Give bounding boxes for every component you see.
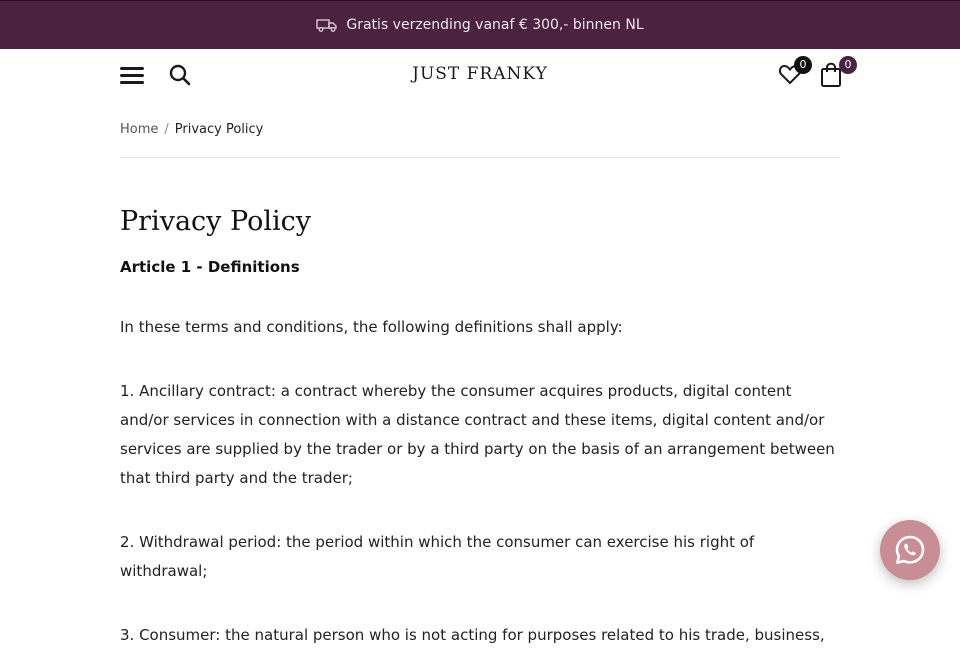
- cart-count-badge: 0: [839, 56, 857, 74]
- announcement-text: Gratis verzending vanaf € 300,- binnen N…: [346, 17, 644, 33]
- paragraph: In these terms and conditions, the follo…: [120, 318, 623, 336]
- paragraph: 1. Ancillary contract: a contract whereb…: [120, 382, 835, 487]
- breadcrumb: Home / Privacy Policy: [120, 122, 263, 137]
- site-header: JUST FRANKY 0 0: [0, 48, 960, 104]
- whatsapp-icon: [894, 534, 926, 566]
- breadcrumb-separator: /: [164, 122, 169, 137]
- announcement-bar: Gratis verzending vanaf € 300,- binnen N…: [0, 0, 960, 49]
- truck-icon: [316, 18, 338, 32]
- whatsapp-chat-button[interactable]: [880, 520, 940, 580]
- site-logo[interactable]: JUST FRANKY: [0, 64, 960, 84]
- main-content: Privacy Policy Article 1 - Definitions I…: [120, 200, 842, 650]
- paragraph: 3. Consumer: the natural person who is n…: [120, 626, 825, 644]
- wishlist-count-badge: 0: [794, 56, 812, 74]
- article-heading: Article 1 - Definitions: [120, 258, 300, 276]
- page-title: Privacy Policy: [120, 206, 311, 237]
- breadcrumb-current: Privacy Policy: [174, 122, 264, 137]
- breadcrumb-home-link[interactable]: Home: [120, 122, 158, 137]
- paragraph: 2. Withdrawal period: the period within …: [120, 533, 755, 580]
- breadcrumb-divider: [120, 157, 840, 158]
